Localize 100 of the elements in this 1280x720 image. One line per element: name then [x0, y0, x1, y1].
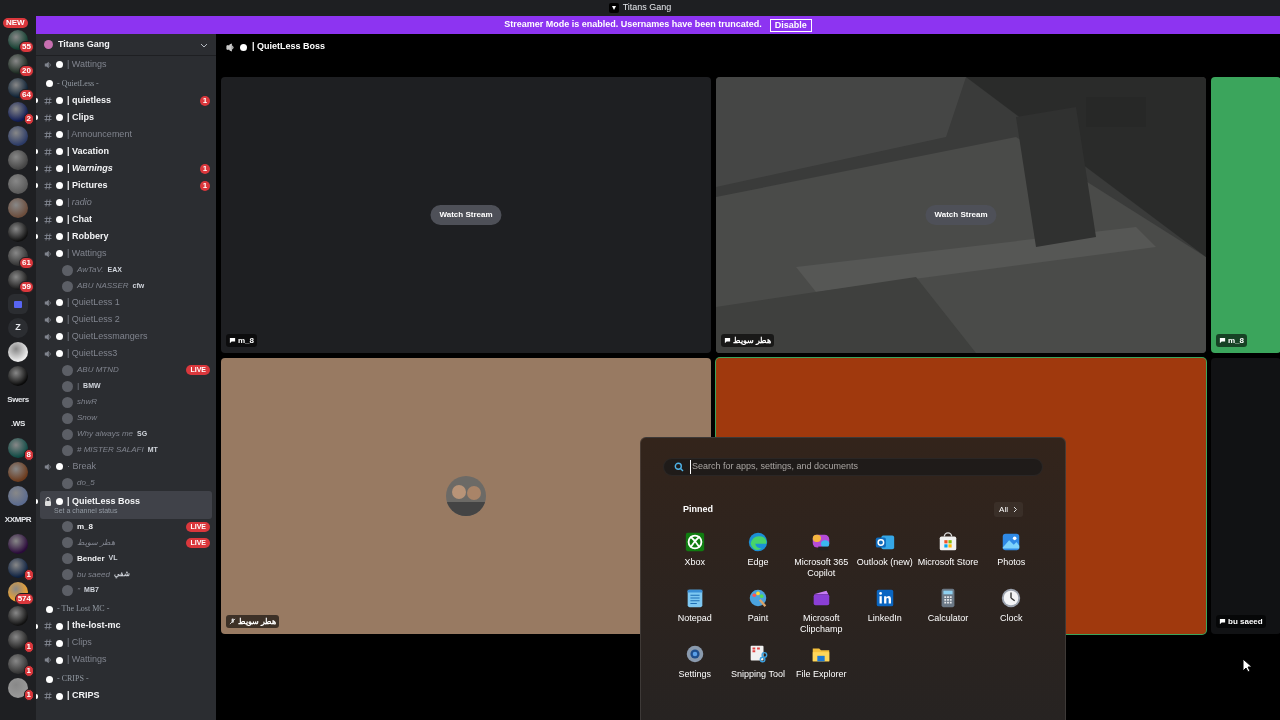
channel-item[interactable]: · Break — [40, 458, 212, 475]
channel-item[interactable]: | Pictures 1 — [40, 177, 212, 194]
server-icon[interactable] — [8, 678, 28, 698]
pinned-app[interactable]: Microsoft 365 Copilot — [789, 531, 853, 581]
category-name[interactable]: - QuietLess - — [57, 77, 99, 90]
pinned-app[interactable]: Calculator — [916, 587, 980, 637]
watch-stream-button[interactable]: Watch Stream — [925, 205, 997, 225]
member-name: do_5 — [77, 477, 95, 489]
pinned-app[interactable]: File Explorer — [789, 643, 853, 693]
speaker-icon — [44, 656, 52, 664]
pinned-app[interactable]: Outlook (new) — [853, 531, 917, 581]
avatar — [62, 444, 73, 456]
channel-item[interactable]: | Wattings — [40, 651, 212, 669]
channel-item[interactable]: | Warnings 1 — [40, 160, 212, 177]
channel-item[interactable]: | Vacation — [40, 143, 212, 160]
mouse-cursor-icon — [1242, 658, 1252, 673]
server-header[interactable]: Titans Gang — [36, 34, 216, 56]
participant-name: bu saeed — [1228, 615, 1263, 628]
unread-badge: 2 — [23, 113, 34, 125]
unread-marker — [36, 183, 38, 188]
channel-item[interactable]: | Robbery — [40, 228, 212, 245]
member-name: Why always me — [77, 428, 133, 440]
mention-badge: 1 — [200, 95, 210, 106]
mention-badge: 1 — [200, 180, 210, 191]
all-apps-button[interactable]: All — [994, 502, 1023, 517]
channel-emoji — [56, 333, 63, 340]
server-folder[interactable] — [8, 294, 28, 314]
server-icon[interactable]: .WS — [1, 414, 35, 434]
pinned-app[interactable]: Notepad — [663, 587, 727, 637]
unread-badge: 8 — [23, 449, 34, 461]
channel-item[interactable]: | Announcement — [40, 126, 212, 143]
channel-name: | radio — [67, 195, 92, 209]
pinned-app[interactable]: Microsoft Clipchamp — [789, 587, 853, 637]
channel-item[interactable]: | Clips — [40, 634, 212, 652]
server-icon[interactable]: XXMPR — [1, 510, 35, 530]
unread-marker — [36, 217, 38, 222]
unread-badge: 1 — [23, 641, 34, 653]
clock-icon — [1000, 587, 1023, 609]
mention-badge: 1 — [200, 163, 210, 174]
member-name: AwTaV. — [77, 264, 104, 276]
section-title: Pinned — [683, 502, 713, 516]
chevron-right-icon — [1013, 506, 1018, 513]
speaker-icon — [44, 60, 52, 69]
lock-icon — [44, 497, 52, 506]
unread-badge: 61 — [19, 257, 34, 269]
voice-member[interactable]: do_5 — [40, 475, 212, 491]
server-name: Titans Gang — [58, 37, 111, 51]
server-icon[interactable]: Z — [8, 318, 28, 338]
avatar — [62, 477, 73, 489]
xbox-icon — [683, 531, 706, 553]
pinned-app[interactable]: Edge — [726, 531, 790, 581]
avatar — [62, 585, 73, 596]
member-name: m_8 — [77, 520, 93, 533]
channel-item[interactable]: | Clips — [40, 109, 212, 126]
hash-icon — [44, 96, 52, 105]
unread-badge: 64 — [19, 89, 34, 101]
pinned-app[interactable]: Microsoft Store — [916, 531, 980, 581]
voice-member[interactable]: shwR — [40, 394, 212, 410]
search-field[interactable]: Search for apps, settings, and documents — [663, 458, 1043, 476]
watch-stream-button[interactable]: Watch Stream — [430, 205, 502, 225]
channel-item[interactable]: | CRIPS — [40, 687, 212, 705]
server-icon[interactable]: Swers — [1, 390, 35, 410]
chat-bubble-icon — [724, 337, 731, 344]
channel-emoji — [56, 622, 63, 630]
category-name[interactable]: - CRIPS - — [57, 673, 89, 685]
pinned-app[interactable]: Paint — [726, 587, 790, 637]
channel-item[interactable]: | QuietLess3 — [40, 345, 212, 362]
unread-badge: 55 — [19, 41, 34, 53]
channel-emoji — [56, 316, 63, 323]
pinned-app[interactable]: Photos — [979, 531, 1043, 581]
avatar — [62, 412, 73, 424]
channel-item[interactable]: | Wattings — [40, 245, 212, 262]
channel-item[interactable]: | quietless 1 — [40, 92, 212, 109]
channel-item[interactable]: | Chat — [40, 211, 212, 228]
unread-badge: 1 — [23, 665, 34, 677]
unread-marker — [36, 623, 38, 629]
channel-item[interactable]: | QuietLess 1 — [40, 294, 212, 311]
speaker-icon — [44, 315, 52, 324]
pinned-app[interactable]: Xbox — [663, 531, 727, 581]
speaker-icon — [44, 462, 52, 471]
chat-bubble-icon — [229, 337, 236, 344]
unread-marker — [36, 98, 38, 103]
pinned-app[interactable]: Settings — [663, 643, 727, 693]
channel-item[interactable]: | Wattings — [40, 56, 212, 73]
channel-item[interactable]: | QuietLess 2 — [40, 311, 212, 328]
channel-item[interactable]: | radio — [40, 194, 212, 211]
pinned-app[interactable]: Clock — [979, 587, 1043, 637]
unread-marker — [36, 166, 38, 171]
disable-button[interactable]: Disable — [769, 18, 812, 32]
category-name[interactable]: - The Lost MC - — [57, 603, 110, 615]
pinned-app[interactable]: LinkedIn — [853, 587, 917, 637]
voice-member[interactable]: Snow — [40, 410, 212, 426]
channel-title: | QuietLess Boss — [252, 40, 326, 54]
channel-item[interactable]: | QuietLessmangers — [40, 328, 212, 345]
pinned-app[interactable]: Snipping Tool — [726, 643, 790, 693]
member-name: '' — [77, 584, 81, 597]
palette-icon — [747, 587, 769, 609]
server-icon[interactable] — [8, 342, 28, 362]
channel-item[interactable]: | the-lost-mc — [40, 617, 212, 635]
hash-icon — [44, 215, 52, 224]
